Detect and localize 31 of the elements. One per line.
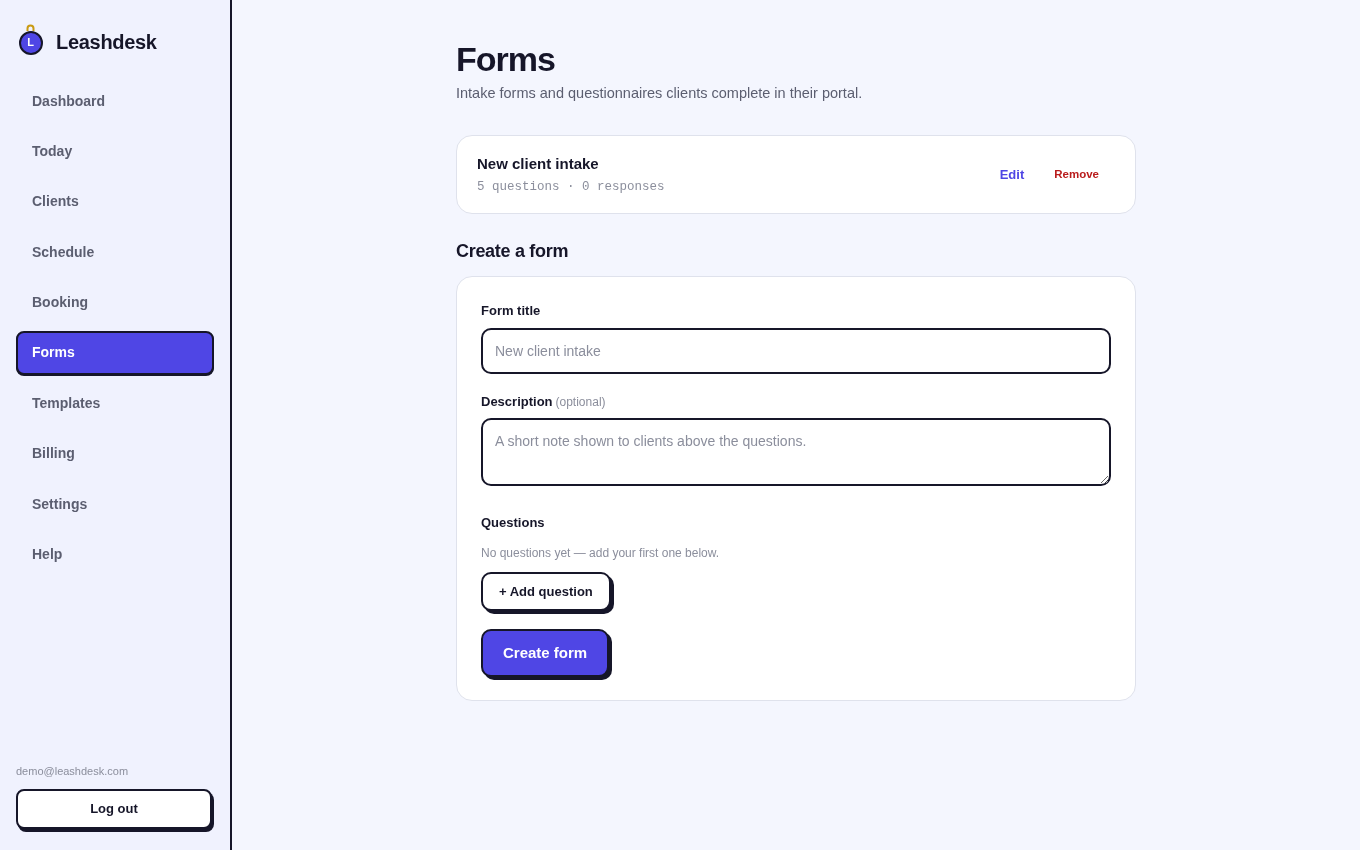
nav-item[interactable]: Forms — [16, 330, 214, 375]
empty-questions-text: No questions yet — add your first one below. — [481, 545, 721, 562]
nav-item[interactable]: Billing — [16, 431, 214, 476]
section-heading: Create a form — [456, 240, 570, 263]
nav-item[interactable]: Booking — [16, 280, 214, 325]
logo-badge: L — [18, 30, 43, 55]
form-meta: 5 questions · 0 responses — [477, 178, 665, 196]
page-subtitle: Intake forms and questionnaires clients complete in their portal. — [456, 84, 864, 103]
nav-item[interactable]: Dashboard — [16, 79, 214, 123]
field-hint: (optional) — [555, 394, 606, 411]
page-title: Forms — [456, 39, 556, 80]
title-input[interactable]: New client intake — [481, 328, 1111, 374]
logout-button[interactable]: Log out — [16, 789, 212, 829]
nav-item[interactable]: Settings — [16, 482, 214, 527]
nav-item[interactable]: Help — [16, 532, 214, 577]
ring-icon — [26, 23, 35, 31]
edit-link[interactable]: Edit — [987, 158, 1037, 191]
nav-item[interactable]: Templates — [16, 381, 214, 426]
questions-label: Questions — [481, 514, 546, 532]
account-email: demo@leashdesk.com — [16, 763, 130, 779]
remove-link[interactable]: Remove — [1042, 159, 1111, 190]
nav-item[interactable]: Clients — [16, 179, 214, 224]
form-title: New client intake — [477, 153, 600, 174]
nav-item[interactable]: Schedule — [16, 230, 214, 275]
brand-name: Leashdesk — [56, 30, 157, 55]
nav-item[interactable]: Today — [16, 129, 214, 174]
field-label: Form title — [481, 302, 541, 320]
field-label: Description — [481, 393, 553, 411]
description-textarea[interactable]: A short note shown to clients above the questions. — [481, 418, 1111, 486]
create-form-button[interactable]: Create form — [481, 629, 610, 677]
add-question-button[interactable]: + Add question — [481, 572, 611, 611]
